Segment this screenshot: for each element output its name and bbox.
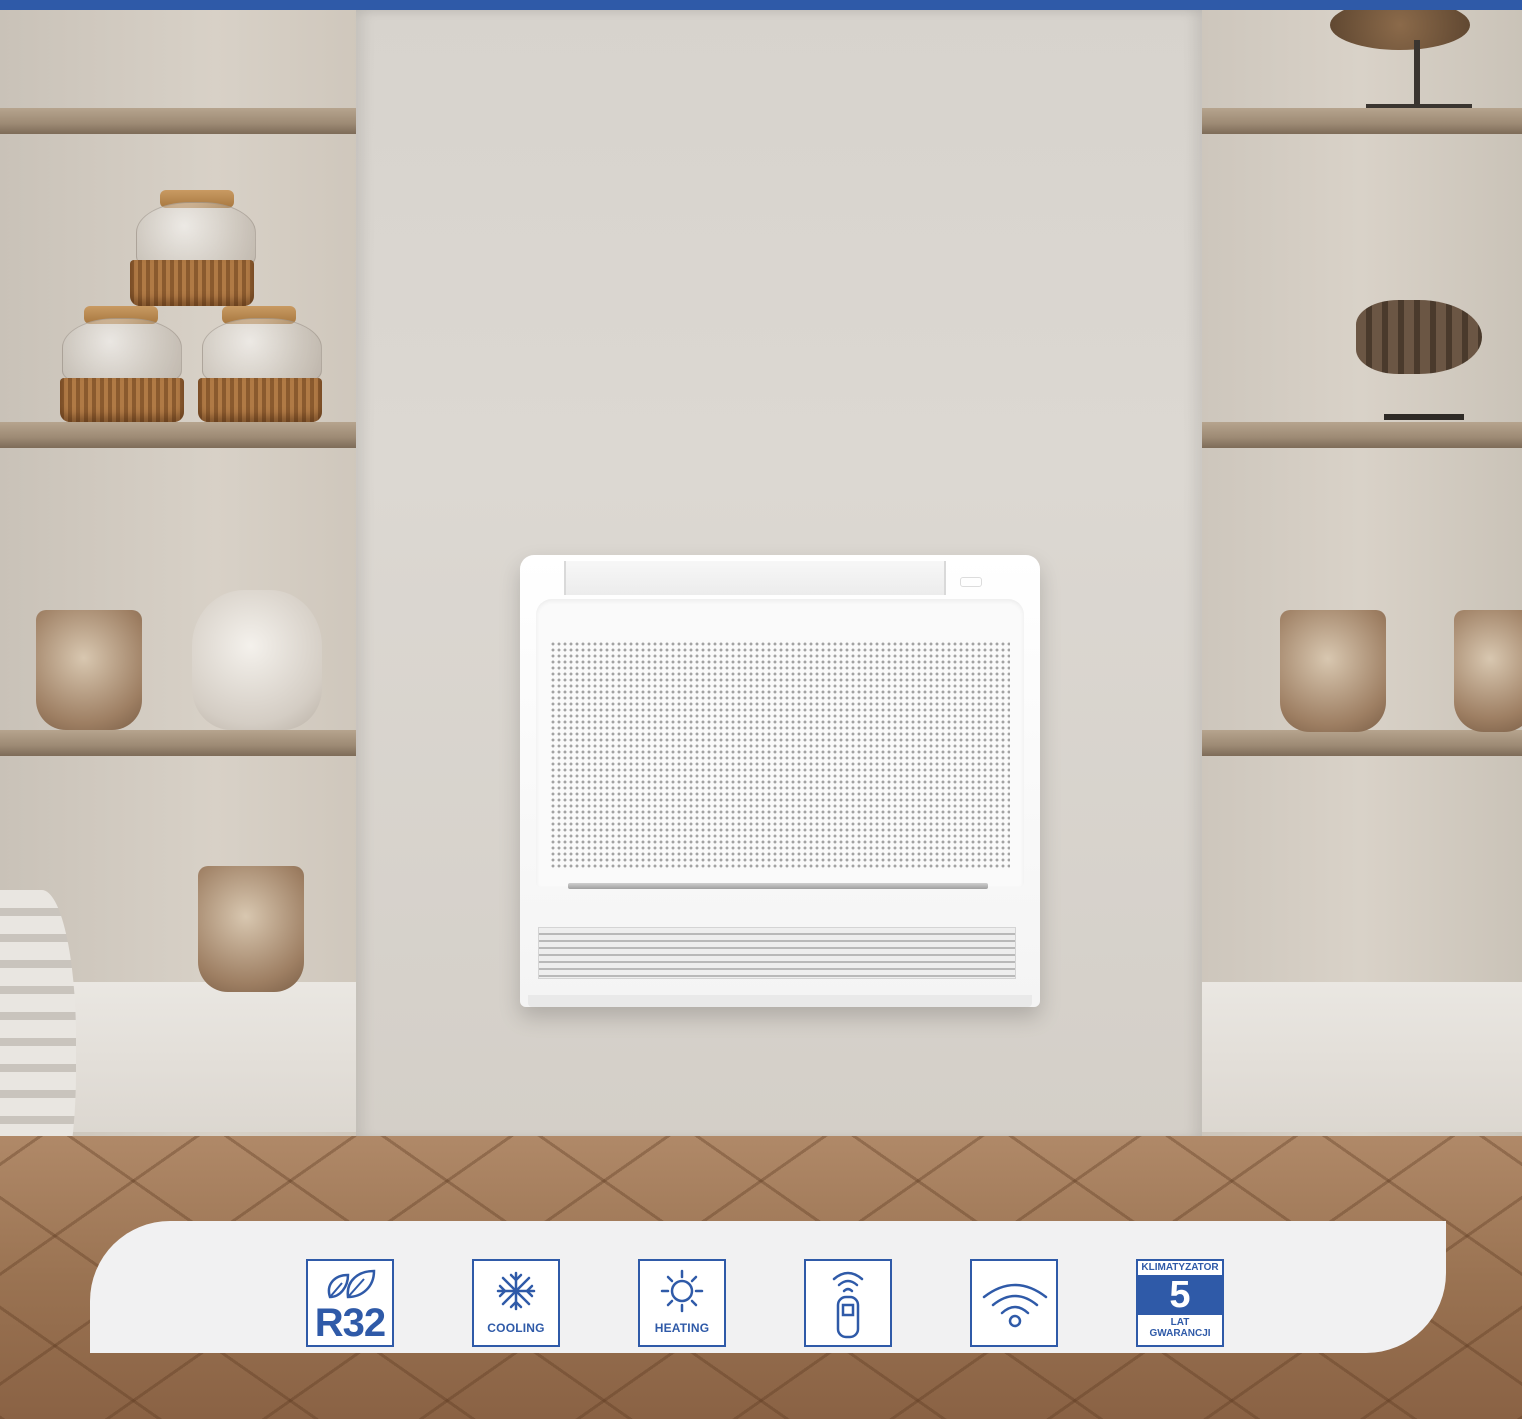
- glass-jar: [62, 318, 182, 384]
- ac-top-outlet: [564, 561, 946, 595]
- sculpture-stand: [1414, 40, 1420, 106]
- feature-banner: R32 COOLING HEATING KLIMATYZATOR 5 LAT G…: [90, 1221, 1446, 1353]
- cooling-label: COOLING: [487, 1321, 545, 1335]
- ac-front-panel: [536, 599, 1024, 887]
- right-shelf-1: [1202, 108, 1522, 134]
- wicker-basket: [130, 260, 254, 306]
- snowflake-icon: [496, 1271, 536, 1311]
- warranty-bottom-label: LAT GWARANCJI: [1138, 1317, 1222, 1339]
- leaf-icon: [327, 1269, 376, 1299]
- feature-remote-control: [804, 1259, 892, 1347]
- left-shelf-2: [0, 422, 356, 448]
- right-ledge: [1202, 982, 1522, 1132]
- ac-grille: [550, 641, 1010, 869]
- warranty-top-label: KLIMATYZATOR: [1138, 1261, 1222, 1275]
- glass-jar: [202, 318, 322, 384]
- right-shelf-3: [1202, 730, 1522, 756]
- ac-sensor: [960, 577, 982, 587]
- remote-control-icon: [832, 1271, 864, 1339]
- r32-label: R32: [314, 1301, 386, 1345]
- clay-pot: [1454, 610, 1522, 732]
- white-vase: [192, 590, 322, 730]
- right-wall-niche: [1200, 10, 1522, 1138]
- ac-bottom-vent: [538, 927, 1016, 979]
- clay-pot: [198, 866, 304, 992]
- warranty-bottom-line-2: GWARANCJI: [1149, 1328, 1211, 1339]
- feature-r32: R32: [306, 1259, 394, 1347]
- clay-pot: [1280, 610, 1386, 732]
- wifi-icon: [982, 1283, 1048, 1328]
- clay-pot: [36, 610, 142, 730]
- feature-heating: HEATING: [638, 1259, 726, 1347]
- top-accent-bar: [0, 0, 1522, 10]
- ac-base: [528, 995, 1032, 1007]
- room-photo: [0, 10, 1522, 1419]
- sculpture-base: [1366, 104, 1472, 108]
- feature-cooling: COOLING: [472, 1259, 560, 1347]
- wooden-fish-sculpture: [1356, 300, 1482, 374]
- sun-icon: [660, 1269, 704, 1313]
- warranty-badge-icon: KLIMATYZATOR 5 LAT GWARANCJI: [1136, 1259, 1224, 1347]
- ac-louver: [568, 883, 988, 889]
- left-shelf-1: [0, 108, 356, 134]
- left-shelf-3: [0, 730, 356, 756]
- right-shelf-2: [1202, 422, 1522, 448]
- fish-stand-base: [1384, 414, 1464, 420]
- warranty-years-number: 5: [1138, 1275, 1222, 1315]
- feature-wifi: [970, 1259, 1058, 1347]
- wicker-basket: [60, 378, 184, 422]
- wicker-basket: [198, 378, 322, 422]
- warranty-bottom-line-1: LAT: [1170, 1317, 1190, 1328]
- floor-console-ac-unit: [520, 555, 1040, 1007]
- heating-label: HEATING: [654, 1321, 710, 1335]
